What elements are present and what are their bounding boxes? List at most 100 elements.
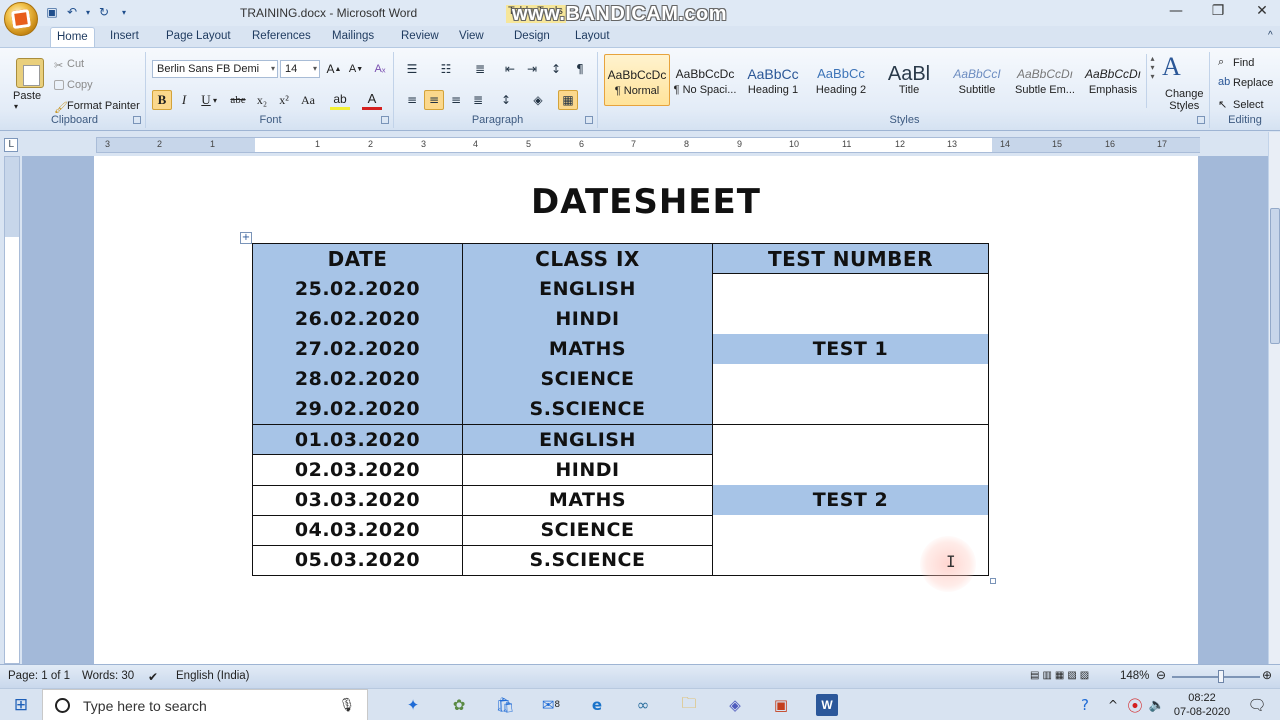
paste-button[interactable]: Paste bbox=[13, 90, 41, 102]
undo-icon[interactable]: ↶ bbox=[64, 4, 80, 20]
font-color-icon[interactable]: A bbox=[362, 90, 382, 110]
style-heading-2[interactable]: AaBbCc Heading 2 bbox=[808, 54, 874, 106]
column-header[interactable]: DATE bbox=[252, 242, 463, 274]
show-hidden-icons-icon[interactable]: ^ bbox=[1102, 694, 1124, 716]
multilevel-list-icon[interactable]: ≣ bbox=[470, 59, 490, 79]
powerpoint-icon[interactable]: ▣ bbox=[770, 694, 792, 716]
superscript-button[interactable]: x² bbox=[274, 90, 294, 110]
windows-start-icon[interactable]: ⊞ bbox=[10, 694, 32, 716]
cut-button[interactable]: ✂ Cut bbox=[54, 58, 84, 72]
microphone-icon[interactable]: 🎙 bbox=[338, 697, 355, 713]
app-icon[interactable]: ✿ bbox=[448, 694, 470, 716]
font-launcher-icon[interactable] bbox=[381, 116, 389, 124]
horizontal-ruler[interactable]: 3 2 1 1 2 3 4 5 6 7 8 9 10 11 12 13 14 15 16 17 bbox=[96, 137, 1200, 153]
subject-cell[interactable]: ENGLISH bbox=[462, 273, 713, 304]
test-cell[interactable]: TEST 2 bbox=[712, 485, 989, 516]
notifications-icon[interactable]: 🗨 bbox=[1246, 694, 1268, 716]
tab-references[interactable]: References bbox=[246, 29, 317, 43]
zoom-slider-knob[interactable] bbox=[1218, 670, 1224, 683]
subscript-button[interactable]: x₂ bbox=[252, 90, 272, 110]
change-styles-button[interactable]: Change Styles bbox=[1165, 88, 1204, 112]
clear-formatting-icon[interactable]: Aₓ bbox=[370, 59, 390, 79]
copy-button[interactable]: Copy bbox=[54, 79, 93, 91]
date-cell[interactable]: 02.03.2020 bbox=[252, 454, 463, 485]
language-indicator[interactable]: English (India) bbox=[176, 670, 250, 682]
undo-dropdown-icon[interactable]: ▾ bbox=[84, 4, 92, 20]
sort-icon[interactable]: ↕ bbox=[546, 59, 566, 79]
tab-insert[interactable]: Insert bbox=[104, 29, 145, 43]
styles-gallery-scroll[interactable]: ▴ ▾ ▾ bbox=[1146, 54, 1158, 108]
empty-test-cell[interactable] bbox=[712, 273, 989, 304]
date-cell[interactable]: 26.02.2020 bbox=[252, 303, 463, 335]
scrollbar-thumb[interactable] bbox=[1270, 208, 1280, 344]
subject-cell[interactable]: MATHS bbox=[462, 484, 713, 516]
word-count[interactable]: Words: 30 bbox=[82, 670, 134, 682]
date-cell[interactable]: 03.03.2020 bbox=[252, 484, 463, 516]
underline-dropdown-icon[interactable]: ▾ bbox=[210, 90, 220, 110]
bullets-icon[interactable]: ☰ bbox=[402, 59, 422, 79]
help-circle-icon[interactable]: ? bbox=[1074, 694, 1096, 716]
change-styles-icon[interactable]: A bbox=[1162, 52, 1181, 82]
subject-cell[interactable]: S.SCIENCE bbox=[462, 394, 713, 425]
italic-button[interactable]: I bbox=[174, 90, 194, 110]
subject-cell[interactable]: ENGLISH bbox=[462, 424, 713, 455]
customize-qat-icon[interactable]: ▾ bbox=[116, 4, 132, 20]
mail-icon[interactable]: ✉ 8 bbox=[540, 694, 562, 716]
find-button[interactable]: ⌕ Find bbox=[1218, 56, 1254, 70]
tab-review[interactable]: Review bbox=[395, 29, 445, 43]
zoom-out-icon[interactable]: ⊖ bbox=[1156, 668, 1166, 682]
font-size-combo[interactable]: 14 ▾ bbox=[280, 60, 320, 78]
restore-icon[interactable]: ❐ bbox=[1206, 3, 1230, 19]
style-heading-1[interactable]: AaBbCc Heading 1 bbox=[740, 54, 806, 106]
bold-button[interactable]: B bbox=[152, 90, 172, 110]
column-header[interactable]: CLASS IX bbox=[462, 242, 713, 274]
zoom-level[interactable]: 148% bbox=[1120, 670, 1149, 682]
test-cell[interactable]: TEST 1 bbox=[712, 334, 989, 365]
tab-layout[interactable]: Layout bbox=[569, 29, 616, 43]
style-no-spacing[interactable]: AaBbCcDc ¶ No Spaci... bbox=[672, 54, 738, 106]
system-clock[interactable]: 08:22 07-08-2020 bbox=[1170, 691, 1234, 719]
borders-icon[interactable]: ▦ bbox=[558, 90, 578, 110]
align-center-icon[interactable]: ≡ bbox=[424, 90, 444, 110]
vertical-ruler[interactable] bbox=[4, 156, 20, 664]
empty-test-cell[interactable] bbox=[712, 364, 989, 395]
date-cell[interactable]: 28.02.2020 bbox=[252, 364, 463, 395]
tab-design[interactable]: Design bbox=[508, 29, 556, 43]
record-icon[interactable]: ⦿ bbox=[1124, 694, 1146, 716]
align-right-icon[interactable]: ≡ bbox=[446, 90, 466, 110]
format-painter-button[interactable]: 🖌Format Painter bbox=[54, 100, 140, 114]
proofing-icon[interactable]: ✔ bbox=[148, 670, 158, 684]
date-cell[interactable]: 27.02.2020 bbox=[252, 334, 463, 365]
line-spacing-icon[interactable]: ↕ bbox=[496, 90, 516, 110]
help-icon[interactable]: ^ bbox=[1262, 29, 1279, 42]
speaker-icon[interactable]: 🔈 bbox=[1146, 694, 1168, 716]
decrease-indent-icon[interactable]: ⇤ bbox=[500, 59, 520, 79]
date-cell[interactable]: 05.03.2020 bbox=[252, 544, 463, 577]
date-cell[interactable]: 04.03.2020 bbox=[252, 514, 463, 546]
show-formatting-marks-icon[interactable]: ¶ bbox=[570, 59, 590, 79]
infinity-app-icon[interactable]: ∞ bbox=[632, 694, 654, 716]
font-name-combo[interactable]: Berlin Sans FB Demi ▾ bbox=[152, 60, 278, 78]
save-icon[interactable]: ▣ bbox=[44, 4, 60, 20]
table-resize-handle[interactable] bbox=[990, 578, 996, 584]
minimize-icon[interactable]: — bbox=[1164, 3, 1188, 19]
subject-cell[interactable]: SCIENCE bbox=[462, 364, 713, 395]
subject-cell[interactable]: SCIENCE bbox=[462, 514, 713, 546]
tab-view[interactable]: View bbox=[453, 29, 490, 43]
select-button[interactable]: ↖ Select bbox=[1218, 98, 1264, 112]
style-title[interactable]: AaBl Title bbox=[876, 54, 942, 106]
clipboard-launcher-icon[interactable] bbox=[133, 116, 141, 124]
tab-page-layout[interactable]: Page Layout bbox=[160, 29, 237, 43]
date-cell[interactable]: 25.02.2020 bbox=[252, 273, 463, 304]
view-buttons-icon[interactable]: ▤▥▦▧▨ bbox=[1030, 670, 1092, 681]
date-cell[interactable]: 29.02.2020 bbox=[252, 394, 463, 425]
subject-cell[interactable]: HINDI bbox=[462, 454, 713, 485]
dropbox-icon[interactable]: ✦ bbox=[402, 694, 424, 716]
subject-cell[interactable]: MATHS bbox=[462, 334, 713, 365]
empty-test-cell[interactable] bbox=[712, 424, 989, 455]
subject-cell[interactable]: HINDI bbox=[462, 303, 713, 335]
document-title[interactable]: DATESHEET bbox=[94, 182, 1198, 222]
store-icon[interactable]: 🛍 bbox=[494, 694, 516, 716]
teams-icon[interactable]: ◈ bbox=[724, 694, 746, 716]
tab-mailings[interactable]: Mailings bbox=[326, 29, 380, 43]
